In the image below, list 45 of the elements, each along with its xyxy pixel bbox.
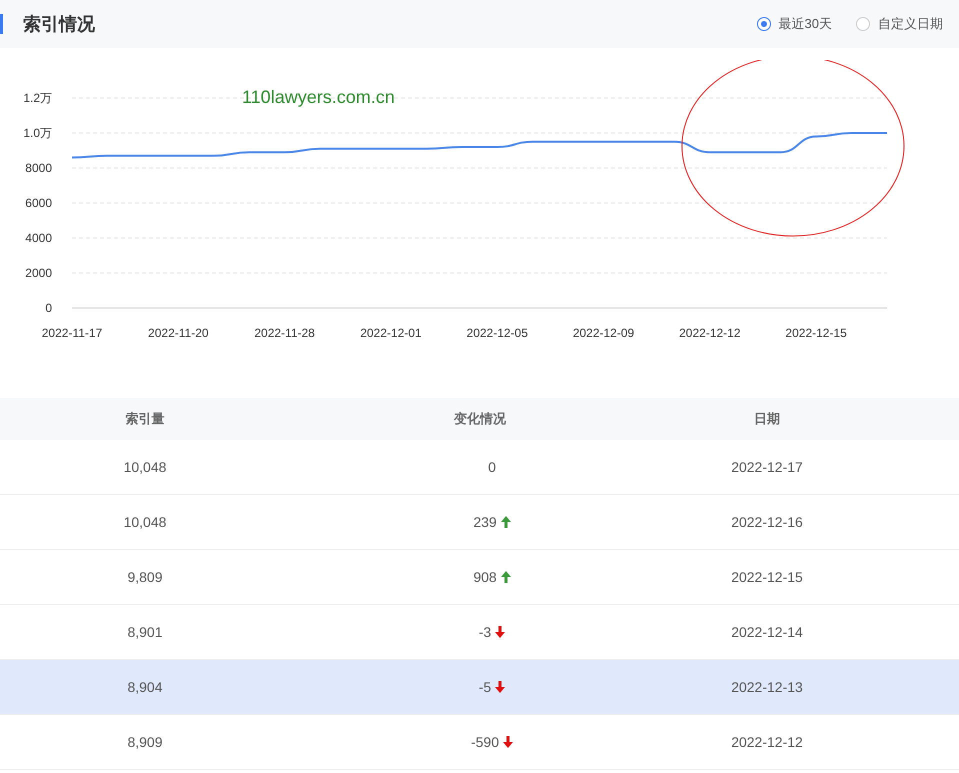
column-header: 索引量 — [126, 410, 164, 428]
table-cell-text: 8,901 — [127, 622, 163, 642]
column-header: 日期 — [754, 410, 780, 428]
column-header: 变化情况 — [454, 410, 506, 428]
table-cell-text: -590 — [470, 732, 500, 752]
table-cell-text: 2022-12-17 — [731, 458, 803, 476]
table-cell-text: 10,048 — [124, 512, 166, 532]
y-tick-label: 0 — [45, 301, 52, 315]
y-tick-label: 6000 — [25, 196, 52, 210]
y-tick-label: 8000 — [25, 161, 52, 175]
arrow-down-icon — [495, 681, 506, 693]
table-cell-text: 2022-12-16 — [731, 512, 803, 532]
x-tick-label: 2022-12-01 — [360, 326, 422, 340]
x-tick-label: 2022-11-20 — [148, 326, 209, 340]
table-cell-text: 239 — [473, 512, 497, 532]
table-cell-text: 9,809 — [127, 568, 163, 586]
table-cell-text: 2022-12-14 — [731, 622, 803, 642]
y-tick-label: 1.2万 — [23, 91, 52, 105]
x-tick-label: 2022-12-12 — [679, 326, 741, 340]
x-tick-label: 2022-11-17 — [42, 326, 102, 340]
table-cell-text: -3 — [478, 622, 492, 642]
table-cell-text: 0 — [488, 458, 496, 476]
x-tick-label: 2022-11-28 — [254, 326, 315, 340]
table-cell-text: 908 — [473, 568, 497, 586]
table-cell-text: 8,909 — [127, 732, 163, 752]
arrow-down-icon — [503, 736, 514, 748]
x-tick-label: 2022-12-05 — [466, 326, 528, 340]
arrow-up-icon — [500, 516, 511, 528]
arrow-up-icon — [500, 571, 511, 583]
table-cell-text: 8,904 — [127, 678, 163, 696]
y-tick-label: 1.0万 — [23, 126, 52, 140]
y-tick-label: 4000 — [25, 231, 52, 245]
x-tick-label: 2022-12-09 — [572, 326, 634, 340]
table-cell-text: 2022-12-15 — [731, 568, 803, 586]
table-cell-text: -5 — [478, 678, 492, 696]
table-cell-text: 2022-12-13 — [731, 678, 803, 696]
y-tick-label: 2000 — [25, 266, 52, 280]
overlay-text: 110lawyers.com.cn — [242, 87, 395, 107]
radio-option[interactable]: 最近30天 — [756, 14, 832, 34]
table-cell-text: 2022-12-12 — [731, 732, 803, 752]
section-title: 索引情况 — [0, 14, 95, 34]
arrow-down-icon — [495, 626, 506, 638]
radio-option[interactable]: 自定义日期 — [856, 14, 943, 34]
table-cell-text: 10,048 — [124, 458, 166, 476]
x-tick-label: 2022-12-15 — [785, 326, 847, 340]
